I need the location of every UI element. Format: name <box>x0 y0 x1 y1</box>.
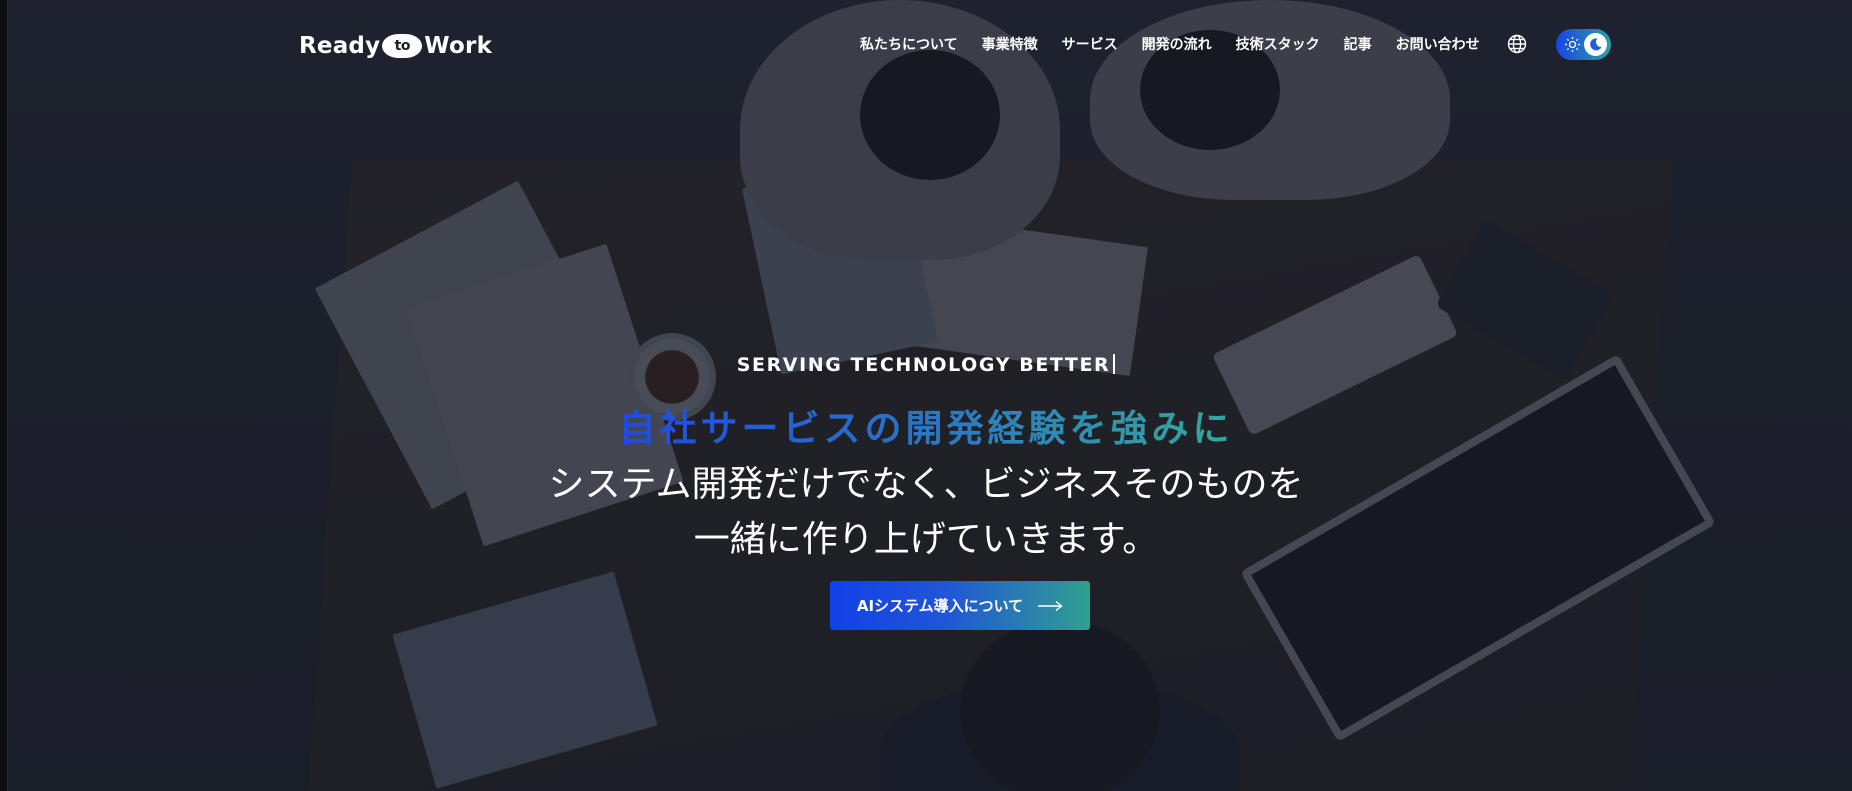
site-header: Ready to Work 私たちについて 事業特徴 サービス 開発の流れ 技術… <box>0 0 1852 90</box>
dark-overlay <box>0 0 1852 791</box>
window-edge <box>0 0 8 791</box>
hero-eyebrow-text: SERVING TECHNOLOGY BETTER <box>736 354 1111 376</box>
moon-icon <box>1590 38 1602 51</box>
cta-label: AIシステム導入について <box>856 597 1024 615</box>
hero-subcopy: システム開発だけでなく、ビジネスそのものを 一緒に作り上げていきます。 <box>0 457 1852 567</box>
nav-item-services[interactable]: サービス <box>1062 34 1118 54</box>
globe-icon[interactable] <box>1506 33 1528 55</box>
hero-heading-text: 自社サービスの開発経験を強みに <box>618 407 1234 450</box>
nav-item-process[interactable]: 開発の流れ <box>1142 34 1212 54</box>
theme-toggle[interactable] <box>1556 29 1611 60</box>
logo-text-right: Work <box>424 33 493 59</box>
nav-item-contact[interactable]: お問い合わせ <box>1396 34 1480 54</box>
nav-item-tech-stack[interactable]: 技術スタック <box>1236 34 1320 54</box>
site-logo[interactable]: Ready to Work <box>299 29 492 63</box>
nav-item-about[interactable]: 私たちについて <box>860 34 958 54</box>
hero-heading: 自社サービスの開発経験を強みに <box>0 398 1852 452</box>
nav-item-articles[interactable]: 記事 <box>1344 34 1372 54</box>
arrow-right-icon <box>1038 600 1063 611</box>
toggle-knob <box>1584 33 1607 56</box>
hero-eyebrow: SERVING TECHNOLOGY BETTER <box>0 354 1852 376</box>
logo-mark: to <box>382 34 423 58</box>
nav-item-features[interactable]: 事業特徴 <box>982 34 1038 54</box>
typing-cursor <box>1113 354 1116 374</box>
ai-system-cta-button[interactable]: AIシステム導入について <box>830 581 1090 630</box>
logo-text-middle: to <box>394 38 411 54</box>
hero-section: Ready to Work 私たちについて 事業特徴 サービス 開発の流れ 技術… <box>0 0 1852 791</box>
main-nav: 私たちについて 事業特徴 サービス 開発の流れ 技術スタック 記事 お問い合わせ <box>860 34 1504 54</box>
logo-text-left: Ready <box>299 33 381 59</box>
hero-subcopy-line: 一緒に作り上げていきます。 <box>693 519 1159 560</box>
hero-subcopy-line: システム開発だけでなく、ビジネスそのものを <box>548 464 1304 505</box>
sun-icon <box>1565 37 1580 52</box>
